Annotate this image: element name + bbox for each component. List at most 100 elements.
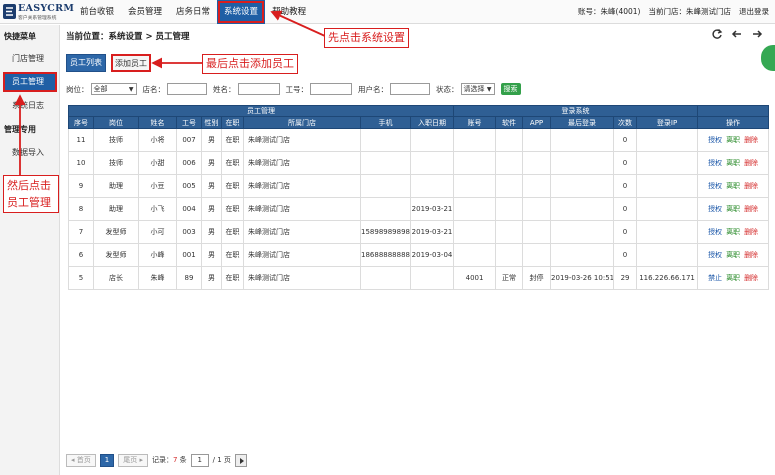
resign-link[interactable]: 离职 (726, 251, 740, 259)
sidebar-item-store-manage[interactable]: 门店管理 (4, 50, 56, 68)
last-login-cell (550, 151, 615, 175)
delete-link[interactable]: 删除 (744, 136, 758, 144)
column-header: 序号 (68, 116, 94, 129)
authorize-link[interactable]: 授权 (708, 136, 722, 144)
table-row: 9 助理 小豆 005 男在职 朱峰测试门店 0 授权 离职 删除 (68, 174, 770, 198)
floating-tab-icon[interactable] (761, 45, 775, 71)
app-cell (522, 151, 552, 175)
count-cell: 0 (613, 220, 638, 244)
delete-link[interactable]: 删除 (744, 228, 758, 236)
resign-link[interactable]: 离职 (726, 274, 740, 282)
ip-cell (636, 151, 699, 175)
position-cell: 发型师 (93, 243, 139, 267)
go-page-icon[interactable] (234, 453, 247, 467)
store-cell: 朱峰测试门店 (243, 128, 361, 152)
chevron-down-icon: ▼ (486, 86, 492, 93)
name-cell: 小峰 (138, 243, 177, 267)
number-cell: 006 (176, 151, 202, 175)
delete-link[interactable]: 删除 (744, 159, 758, 167)
records-count: 7 (172, 456, 178, 464)
column-header: 次数 (613, 116, 638, 129)
authorize-link[interactable]: 授权 (708, 159, 722, 167)
refresh-icon[interactable] (711, 28, 723, 40)
account-cell (453, 128, 497, 152)
account-cell: 4001 (453, 266, 497, 290)
app-cell (522, 220, 552, 244)
store-input[interactable] (167, 83, 207, 95)
nav-cashier[interactable]: 前台收银 (73, 0, 121, 24)
count-cell: 29 (613, 266, 638, 290)
actions-cell: 授权 离职 删除 (697, 174, 770, 198)
authorize-link[interactable]: 禁止 (708, 274, 722, 282)
forward-arrow-icon[interactable] (751, 28, 763, 40)
number-cell: 003 (176, 220, 202, 244)
username-input[interactable] (390, 83, 430, 95)
user-info: 账号：朱峰(4001) 当前门店：朱峰测试门店 退出登录 (578, 0, 769, 24)
name-cell: 小可 (138, 220, 177, 244)
nav-daily[interactable]: 店务日常 (169, 0, 217, 24)
first-page-button[interactable]: ◂ 首页 (66, 453, 96, 467)
resign-link[interactable]: 离职 (726, 159, 740, 167)
table-row: 6 发型师 小峰 001 男在职 朱峰测试门店 18688888888 2019-03-04 0… (68, 243, 770, 267)
page-1-button[interactable]: 1 (99, 453, 115, 467)
sidebar-item-system-log[interactable]: 系统日志 (4, 97, 56, 115)
column-header: 性别 (201, 116, 222, 129)
search-button[interactable]: 搜索 (500, 83, 521, 95)
phone-cell (360, 197, 411, 221)
resign-link[interactable]: 离职 (726, 136, 740, 144)
position-cell: 技师 (93, 128, 139, 152)
delete-link[interactable]: 删除 (744, 205, 758, 213)
staff-list-button[interactable]: 员工列表 (66, 54, 106, 72)
delete-link[interactable]: 删除 (744, 182, 758, 190)
app-cell (522, 128, 552, 152)
staff-table-body: 11 技师 小将 007 男在职 朱峰测试门店 0 授权 离职 删除 10 技师 小甜 006 男在职 朱峰测… (68, 128, 770, 290)
account-cell (453, 243, 497, 267)
last-page-button[interactable]: 尾页 ▸ (118, 453, 148, 467)
top-bar: EASYCRM 客户关系管理系统 前台收银 会员管理 店务日常 系统设置 帮助教… (0, 0, 775, 24)
last-page-label: 尾页 (123, 455, 138, 464)
authorize-link[interactable]: 授权 (708, 251, 722, 259)
logo: EASYCRM 客户关系管理系统 (3, 3, 74, 21)
name-input[interactable] (237, 83, 280, 95)
delete-link[interactable]: 删除 (744, 274, 758, 282)
authorize-link[interactable]: 授权 (708, 182, 722, 190)
delete-link[interactable]: 删除 (744, 251, 758, 259)
authorize-link[interactable]: 授权 (708, 228, 722, 236)
table-row: 8 助理 小飞 004 男在职 朱峰测试门店 2019-03-21 0 授权 离职 删除 (68, 197, 770, 221)
position-cell: 技师 (93, 151, 139, 175)
column-header: 登录IP (636, 116, 699, 129)
page-input[interactable]: 1 (190, 453, 209, 467)
last-login-cell (550, 220, 615, 244)
seq-cell: 5 (68, 266, 94, 290)
nav-system-settings[interactable]: 系统设置 (217, 0, 266, 24)
ip-cell (636, 243, 699, 267)
sidebar-item-data-import[interactable]: 数据导入 (4, 144, 56, 162)
status-select[interactable]: 请选择 ▼ (460, 83, 495, 95)
authorize-link[interactable]: 授权 (708, 205, 722, 213)
name-cell: 小豆 (138, 174, 177, 198)
logout-link[interactable]: 退出登录 (739, 0, 769, 24)
number-cell: 005 (176, 174, 202, 198)
page-total: / 1 页 (212, 456, 231, 464)
nav-members[interactable]: 会员管理 (121, 0, 169, 24)
add-staff-button[interactable]: 添加员工 (111, 54, 151, 72)
nav-help[interactable]: 帮助教程 (265, 0, 313, 24)
column-header: APP (522, 116, 552, 129)
number-input[interactable] (310, 83, 352, 95)
last-login-cell (550, 174, 615, 198)
resign-link[interactable]: 离职 (726, 182, 740, 190)
status-cell: 在职 (221, 266, 244, 290)
column-header: 所属门店 (243, 116, 361, 129)
status-label: 状态： (436, 84, 459, 94)
resign-link[interactable]: 离职 (726, 205, 740, 213)
back-arrow-icon[interactable] (731, 28, 743, 40)
last-login-cell (550, 243, 615, 267)
resign-link[interactable]: 离职 (726, 228, 740, 236)
position-cell: 助理 (93, 197, 139, 221)
last-login-cell (550, 197, 615, 221)
first-page-label: 首页 (76, 455, 91, 464)
position-select[interactable]: 全部 ▼ (90, 83, 137, 95)
actions-cell: 授权 离职 删除 (697, 128, 770, 152)
join-date-cell: 2019-03-21 (409, 197, 455, 221)
sidebar-item-staff-manage[interactable]: 员工管理 (3, 72, 57, 92)
